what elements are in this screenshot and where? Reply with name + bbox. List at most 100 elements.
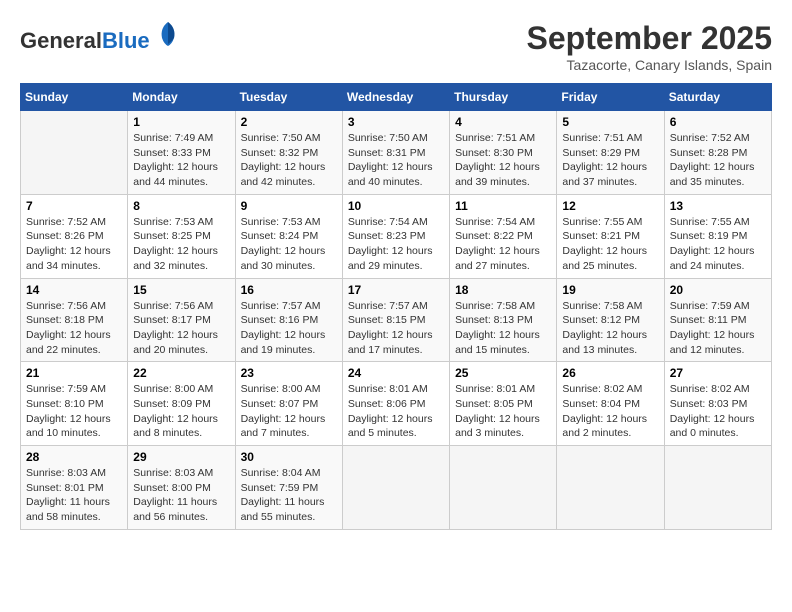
day-info: Sunrise: 8:02 AM Sunset: 8:04 PM Dayligh…	[562, 382, 658, 441]
calendar-day-cell: 27 Sunrise: 8:02 AM Sunset: 8:03 PM Dayli…	[664, 362, 771, 446]
weekday-header: Tuesday	[235, 84, 342, 111]
day-number: 17	[348, 283, 444, 297]
calendar-day-cell: 21 Sunrise: 7:59 AM Sunset: 8:10 PM Dayli…	[21, 362, 128, 446]
day-number: 1	[133, 115, 229, 129]
calendar-day-cell: 3Sunrise: 7:50 AM Sunset: 8:31 PM Daylig…	[342, 111, 449, 195]
calendar-day-cell: 26 Sunrise: 8:02 AM Sunset: 8:04 PM Dayli…	[557, 362, 664, 446]
day-number: 7	[26, 199, 122, 213]
day-number: 18	[455, 283, 551, 297]
calendar-day-cell: 16 Sunrise: 7:57 AM Sunset: 8:16 PM Dayli…	[235, 278, 342, 362]
day-info: Sunrise: 7:57 AM Sunset: 8:15 PM Dayligh…	[348, 299, 444, 358]
calendar-day-cell: 15Sunrise: 7:56 AM Sunset: 8:17 PM Dayli…	[128, 278, 235, 362]
day-number: 22	[133, 366, 229, 380]
calendar-day-cell: 9Sunrise: 7:53 AM Sunset: 8:24 PM Daylig…	[235, 194, 342, 278]
day-number: 23	[241, 366, 337, 380]
day-number: 19	[562, 283, 658, 297]
day-number: 10	[348, 199, 444, 213]
calendar-day-cell: 8Sunrise: 7:53 AM Sunset: 8:25 PM Daylig…	[128, 194, 235, 278]
day-number: 26	[562, 366, 658, 380]
logo-general-text: General	[20, 28, 102, 53]
day-number: 12	[562, 199, 658, 213]
calendar-week-row: 7Sunrise: 7:52 AM Sunset: 8:26 PM Daylig…	[21, 194, 772, 278]
day-info: Sunrise: 7:59 AM Sunset: 8:11 PM Dayligh…	[670, 299, 766, 358]
day-number: 25	[455, 366, 551, 380]
calendar-day-cell: 22 Sunrise: 8:00 AM Sunset: 8:09 PM Dayli…	[128, 362, 235, 446]
calendar-day-cell: 20 Sunrise: 7:59 AM Sunset: 8:11 PM Dayli…	[664, 278, 771, 362]
calendar-day-cell: 13 Sunrise: 7:55 AM Sunset: 8:19 PM Dayli…	[664, 194, 771, 278]
page-header: GeneralBlue September 2025 Tazacorte, Ca…	[20, 20, 772, 73]
calendar-day-cell: 14 Sunrise: 7:56 AM Sunset: 8:18 PM Dayli…	[21, 278, 128, 362]
calendar-day-cell: 1Sunrise: 7:49 AM Sunset: 8:33 PM Daylig…	[128, 111, 235, 195]
day-number: 2	[241, 115, 337, 129]
day-info: Sunrise: 7:50 AM Sunset: 8:32 PM Dayligh…	[241, 131, 337, 190]
day-info: Sunrise: 8:00 AM Sunset: 8:09 PM Dayligh…	[133, 382, 229, 441]
day-info: Sunrise: 8:03 AM Sunset: 8:00 PM Dayligh…	[133, 466, 229, 525]
calendar-day-cell	[21, 111, 128, 195]
day-info: Sunrise: 8:00 AM Sunset: 8:07 PM Dayligh…	[241, 382, 337, 441]
day-info: Sunrise: 8:02 AM Sunset: 8:03 PM Dayligh…	[670, 382, 766, 441]
weekday-header-row: SundayMondayTuesdayWednesdayThursdayFrid…	[21, 84, 772, 111]
title-block: September 2025 Tazacorte, Canary Islands…	[527, 20, 772, 73]
calendar-day-cell: 4Sunrise: 7:51 AM Sunset: 8:30 PM Daylig…	[450, 111, 557, 195]
day-info: Sunrise: 7:56 AM Sunset: 8:17 PM Dayligh…	[133, 299, 229, 358]
calendar-day-cell: 29 Sunrise: 8:03 AM Sunset: 8:00 PM Dayli…	[128, 446, 235, 530]
day-number: 16	[241, 283, 337, 297]
month-title: September 2025	[527, 20, 772, 57]
day-number: 27	[670, 366, 766, 380]
day-number: 14	[26, 283, 122, 297]
calendar-week-row: 14 Sunrise: 7:56 AM Sunset: 8:18 PM Dayli…	[21, 278, 772, 362]
calendar-day-cell: 2 Sunrise: 7:50 AM Sunset: 8:32 PM Daylig…	[235, 111, 342, 195]
weekday-header: Wednesday	[342, 84, 449, 111]
calendar-day-cell	[450, 446, 557, 530]
day-number: 21	[26, 366, 122, 380]
day-number: 11	[455, 199, 551, 213]
calendar-day-cell	[557, 446, 664, 530]
day-info: Sunrise: 7:58 AM Sunset: 8:12 PM Dayligh…	[562, 299, 658, 358]
calendar-day-cell	[342, 446, 449, 530]
day-info: Sunrise: 7:54 AM Sunset: 8:23 PM Dayligh…	[348, 215, 444, 274]
day-info: Sunrise: 7:52 AM Sunset: 8:28 PM Dayligh…	[670, 131, 766, 190]
day-info: Sunrise: 8:01 AM Sunset: 8:06 PM Dayligh…	[348, 382, 444, 441]
day-info: Sunrise: 7:59 AM Sunset: 8:10 PM Dayligh…	[26, 382, 122, 441]
calendar-day-cell: 5 Sunrise: 7:51 AM Sunset: 8:29 PM Daylig…	[557, 111, 664, 195]
weekday-header: Monday	[128, 84, 235, 111]
day-number: 20	[670, 283, 766, 297]
day-info: Sunrise: 7:53 AM Sunset: 8:25 PM Dayligh…	[133, 215, 229, 274]
day-info: Sunrise: 7:55 AM Sunset: 8:19 PM Dayligh…	[670, 215, 766, 274]
day-number: 30	[241, 450, 337, 464]
day-number: 28	[26, 450, 122, 464]
logo: GeneralBlue	[20, 20, 178, 53]
location-text: Tazacorte, Canary Islands, Spain	[527, 57, 772, 73]
calendar-day-cell: 12 Sunrise: 7:55 AM Sunset: 8:21 PM Dayli…	[557, 194, 664, 278]
day-number: 5	[562, 115, 658, 129]
calendar-week-row: 1Sunrise: 7:49 AM Sunset: 8:33 PM Daylig…	[21, 111, 772, 195]
calendar-day-cell: 6 Sunrise: 7:52 AM Sunset: 8:28 PM Daylig…	[664, 111, 771, 195]
calendar-table: SundayMondayTuesdayWednesdayThursdayFrid…	[20, 83, 772, 530]
calendar-day-cell: 30Sunrise: 8:04 AM Sunset: 7:59 PM Dayli…	[235, 446, 342, 530]
calendar-day-cell: 7Sunrise: 7:52 AM Sunset: 8:26 PM Daylig…	[21, 194, 128, 278]
calendar-day-cell: 10 Sunrise: 7:54 AM Sunset: 8:23 PM Dayli…	[342, 194, 449, 278]
calendar-day-cell: 25 Sunrise: 8:01 AM Sunset: 8:05 PM Dayli…	[450, 362, 557, 446]
day-number: 24	[348, 366, 444, 380]
day-info: Sunrise: 8:01 AM Sunset: 8:05 PM Dayligh…	[455, 382, 551, 441]
weekday-header: Thursday	[450, 84, 557, 111]
day-info: Sunrise: 7:54 AM Sunset: 8:22 PM Dayligh…	[455, 215, 551, 274]
day-number: 13	[670, 199, 766, 213]
day-number: 29	[133, 450, 229, 464]
day-info: Sunrise: 7:58 AM Sunset: 8:13 PM Dayligh…	[455, 299, 551, 358]
day-number: 6	[670, 115, 766, 129]
weekday-header: Friday	[557, 84, 664, 111]
calendar-day-cell: 24 Sunrise: 8:01 AM Sunset: 8:06 PM Dayli…	[342, 362, 449, 446]
day-info: Sunrise: 7:51 AM Sunset: 8:30 PM Dayligh…	[455, 131, 551, 190]
day-info: Sunrise: 7:51 AM Sunset: 8:29 PM Dayligh…	[562, 131, 658, 190]
day-info: Sunrise: 7:57 AM Sunset: 8:16 PM Dayligh…	[241, 299, 337, 358]
calendar-day-cell: 18 Sunrise: 7:58 AM Sunset: 8:13 PM Dayli…	[450, 278, 557, 362]
calendar-day-cell: 17 Sunrise: 7:57 AM Sunset: 8:15 PM Dayli…	[342, 278, 449, 362]
day-info: Sunrise: 8:03 AM Sunset: 8:01 PM Dayligh…	[26, 466, 122, 525]
calendar-day-cell: 19 Sunrise: 7:58 AM Sunset: 8:12 PM Dayli…	[557, 278, 664, 362]
calendar-day-cell: 28 Sunrise: 8:03 AM Sunset: 8:01 PM Dayli…	[21, 446, 128, 530]
day-info: Sunrise: 7:56 AM Sunset: 8:18 PM Dayligh…	[26, 299, 122, 358]
day-info: Sunrise: 7:55 AM Sunset: 8:21 PM Dayligh…	[562, 215, 658, 274]
logo-blue-text: Blue	[102, 28, 150, 53]
logo-icon	[158, 20, 178, 48]
